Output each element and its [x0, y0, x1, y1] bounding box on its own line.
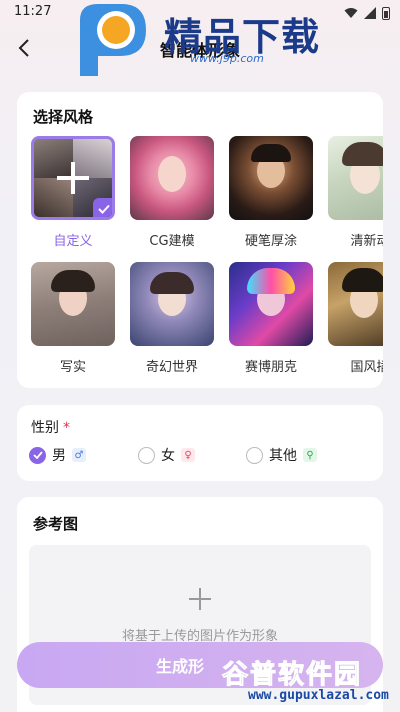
gender-label: 男: [52, 448, 66, 464]
add-image-icon: [189, 588, 211, 610]
generate-button-label: 生成形: [155, 657, 204, 676]
cg-style-thumbnail: [130, 136, 214, 220]
style-item-guofeng[interactable]: 国风插: [328, 262, 383, 375]
gender-title-text: 性别: [31, 420, 59, 436]
gender-option-male[interactable]: 男 ♂: [29, 445, 86, 465]
style-label: 写实: [59, 360, 86, 375]
wifi-icon: [344, 4, 358, 23]
status-bar: 11:27: [0, 0, 400, 24]
style-item-cg[interactable]: CG建模: [130, 136, 214, 249]
style-label: CG建模: [149, 234, 195, 249]
style-item-fresh-anime[interactable]: 清新动: [328, 136, 383, 249]
generate-button[interactable]: 生成形: [17, 642, 383, 688]
guofeng-style-thumbnail: [328, 262, 383, 346]
status-time: 11:27: [14, 4, 52, 19]
style-card: 选择风格 自定义 CG建模 硬笔厚涂 清新动 写实 奇幻世界 赛博朋克 国风插: [17, 92, 383, 388]
fresh-anime-style-thumbnail: [328, 136, 383, 220]
gender-label: 女: [161, 448, 175, 464]
realistic-style-thumbnail: [31, 262, 115, 346]
other-gender-icon: ⚲: [303, 448, 317, 462]
signal-icon: [364, 4, 376, 23]
radio-unchecked-icon: [246, 446, 263, 464]
selected-check-icon: [93, 198, 112, 217]
thick-paint-style-thumbnail: [229, 136, 313, 220]
gender-label: 其他: [269, 448, 297, 464]
required-mark: *: [63, 420, 70, 436]
gender-card: 性别 * 男 ♂ 女 ♀ 其他 ⚲: [17, 405, 383, 481]
style-section-title: 选择风格: [33, 108, 94, 126]
style-item-thick-paint[interactable]: 硬笔厚涂: [229, 136, 313, 249]
cyberpunk-style-thumbnail: [229, 262, 313, 346]
custom-style-thumbnail: [31, 136, 115, 220]
page-title: 智能体形象: [159, 41, 240, 60]
system-icons: [344, 4, 390, 23]
style-label: 硬笔厚涂: [244, 234, 297, 249]
style-label: 清新动: [350, 234, 383, 249]
style-item-realistic[interactable]: 写实: [31, 262, 115, 375]
style-label: 赛博朋克: [244, 360, 297, 375]
fantasy-style-thumbnail: [130, 262, 214, 346]
style-label: 奇幻世界: [145, 360, 198, 375]
header: 智能体形象: [0, 24, 400, 72]
style-label: 国风插: [350, 360, 383, 375]
gender-option-other[interactable]: 其他 ⚲: [246, 445, 317, 465]
reference-section-title: 参考图: [33, 515, 79, 533]
style-item-custom[interactable]: 自定义: [31, 136, 115, 249]
female-icon: ♀: [181, 448, 195, 462]
style-item-fantasy[interactable]: 奇幻世界: [130, 262, 214, 375]
male-icon: ♂: [72, 448, 86, 462]
radio-unchecked-icon: [138, 446, 155, 464]
gender-title: 性别 *: [31, 417, 70, 437]
radio-checked-icon: [29, 446, 46, 464]
gender-option-female[interactable]: 女 ♀: [138, 445, 195, 465]
style-label: 自定义: [53, 234, 93, 249]
plus-icon: [57, 162, 89, 194]
battery-icon: [382, 7, 390, 20]
style-item-cyberpunk[interactable]: 赛博朋克: [229, 262, 313, 375]
